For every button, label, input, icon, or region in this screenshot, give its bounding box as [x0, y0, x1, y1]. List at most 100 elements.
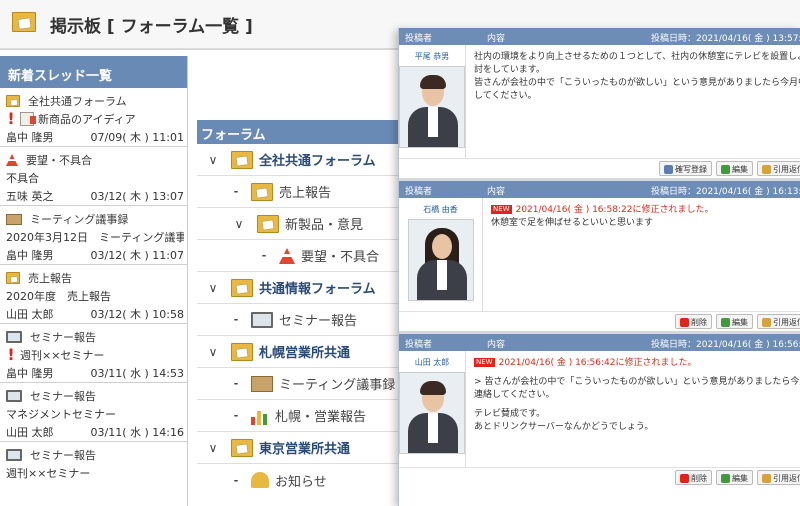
- avatar: [399, 372, 465, 454]
- edited-note: 2021/04/16( 金 ) 16:58:22に修正されました。: [515, 205, 714, 215]
- avatar: [399, 66, 465, 148]
- post: 投稿者 内容 投稿日時：2021/04/16( 金 ) 13:57:3 平尾 恭…: [399, 28, 800, 181]
- thread-item[interactable]: 全社共通フォーラム ! 新商品のアイディア 畠中 隆男 07/09( 木 ) 11:…: [0, 88, 188, 147]
- post-author: 石橋 由香: [399, 198, 483, 311]
- thread-forum-link[interactable]: 要望・不具合: [26, 152, 92, 168]
- tree-item[interactable]: ∨ 東京営業所共通: [197, 432, 417, 464]
- col-content: 内容: [487, 340, 506, 350]
- thread-title[interactable]: 週刊××セミナー: [20, 347, 104, 363]
- pencil-icon: [721, 317, 730, 327]
- thread-forum-link[interactable]: ミーティング議事録: [30, 211, 128, 227]
- quote-reply-button[interactable]: 引用返信: [757, 470, 800, 485]
- col-poster: 投稿者: [405, 187, 433, 197]
- delete-button[interactable]: 削除: [675, 314, 712, 329]
- tree-item-label[interactable]: 共通情報フォーラム: [259, 278, 376, 297]
- tree-item[interactable]: - ミーティング議事録: [197, 368, 417, 400]
- post-actions: 削除 編集 引用返信: [399, 311, 800, 331]
- box-icon: [251, 375, 273, 392]
- col-poster: 投稿者: [405, 340, 433, 350]
- tree-item-label[interactable]: 要望・不具合: [301, 246, 379, 265]
- tree-item[interactable]: - 札幌・営業報告: [197, 400, 417, 432]
- post-actions: 確写登録 編集 引用返信: [399, 158, 800, 178]
- cone-icon: [6, 154, 18, 166]
- tree-item[interactable]: - 売上報告: [197, 176, 417, 208]
- tree-item-label[interactable]: 東京営業所共通: [259, 438, 350, 457]
- tree-item[interactable]: ∨ 札幌営業所共通: [197, 336, 417, 368]
- monitor-icon: [6, 331, 22, 343]
- col-poster: 投稿者: [405, 34, 433, 44]
- thread-item[interactable]: セミナー報告 週刊××セミナー: [0, 442, 188, 501]
- author-name[interactable]: 石橋 由香: [399, 204, 482, 216]
- pencil-icon: [721, 473, 730, 483]
- thread-title[interactable]: 週刊××セミナー: [6, 465, 90, 481]
- quote-reply-button[interactable]: 引用返信: [757, 314, 800, 329]
- delete-button[interactable]: 削除: [675, 470, 712, 485]
- tree-item[interactable]: - お知らせ: [197, 464, 417, 496]
- quote-icon: [762, 164, 771, 174]
- post-header: 投稿者 内容 投稿日時：2021/04/16( 金 ) 16:56:: [399, 334, 800, 351]
- dash-icon: -: [261, 249, 267, 262]
- thread-item[interactable]: セミナー報告 ! 週刊××セミナー 畠中 隆男 03/11( 水 ) 14:53: [0, 324, 188, 383]
- author-name[interactable]: 平尾 恭男: [399, 51, 465, 63]
- thread-forum-link[interactable]: 全社共通フォーラム: [28, 93, 127, 109]
- tree-item-label[interactable]: お知らせ: [275, 471, 327, 490]
- tree-item-label[interactable]: 新製品・意見: [285, 214, 363, 233]
- thread-forum-link[interactable]: セミナー報告: [30, 447, 96, 463]
- thread-title[interactable]: 新商品のアイディア: [38, 111, 136, 127]
- chevron-down-icon[interactable]: ∨: [205, 153, 221, 167]
- tree-item-label[interactable]: 札幌・営業報告: [275, 406, 366, 425]
- thread-title[interactable]: 2020年度 売上報告: [6, 288, 111, 304]
- author-name[interactable]: 山田 太郎: [399, 357, 465, 369]
- tree-item-label[interactable]: 売上報告: [279, 182, 331, 201]
- thread-forum-link[interactable]: 売上報告: [28, 270, 72, 286]
- folder-icon: [231, 150, 253, 169]
- thread-title[interactable]: マネジメントセミナー: [6, 406, 116, 422]
- thread-forum-link[interactable]: セミナー報告: [30, 329, 96, 345]
- thread-list: 全社共通フォーラム ! 新商品のアイディア 畠中 隆男 07/09( 木 ) 11:…: [0, 88, 188, 506]
- avatar: [407, 219, 474, 301]
- tree-item[interactable]: ∨ 共通情報フォーラム: [197, 272, 417, 304]
- edit-button[interactable]: 編集: [716, 314, 753, 329]
- quote-reply-button[interactable]: 引用返信: [757, 161, 800, 176]
- thread-item[interactable]: ミーティング議事録 2020年3月12日 ミーティング議事録 畠中 隆男 03/1…: [0, 206, 188, 265]
- post-date: 投稿日時：2021/04/16( 金 ) 13:57:3: [651, 34, 800, 44]
- thread-forum-link[interactable]: セミナー報告: [30, 388, 96, 404]
- tree-item-label[interactable]: 全社共通フォーラム: [259, 150, 376, 169]
- tree-item-label[interactable]: 札幌営業所共通: [259, 342, 350, 361]
- tree-item[interactable]: ∨ 新製品・意見: [197, 208, 417, 240]
- post-line: 社内の環境をより向上させるための１つとして、社内の休憩室にテレビを設置しようと: [474, 52, 800, 62]
- new-badge: NEW: [491, 205, 512, 214]
- thread-title[interactable]: 不具合: [6, 170, 39, 186]
- note-icon: [20, 112, 36, 126]
- chart-icon: [251, 407, 269, 425]
- bookmark-icon: [664, 164, 673, 174]
- thread-title[interactable]: 2020年3月12日 ミーティング議事録: [6, 229, 184, 245]
- thread-item[interactable]: セミナー報告 マネジメントセミナー 山田 太郎 03/11( 水 ) 14:16: [0, 383, 188, 442]
- post-line: 休憩室で足を伸ばせるといいと思います: [491, 218, 654, 228]
- dash-icon: -: [233, 313, 239, 326]
- bookmark-button[interactable]: 確写登録: [659, 161, 712, 176]
- tree-item[interactable]: - セミナー報告: [197, 304, 417, 336]
- chevron-down-icon[interactable]: ∨: [205, 281, 221, 295]
- edit-button[interactable]: 編集: [716, 470, 753, 485]
- post-line: 連絡してください。: [474, 390, 555, 400]
- thread-date: 07/09( 木 ) 11:01: [90, 131, 184, 144]
- thread-item[interactable]: 売上報告 2020年度 売上報告 山田 太郎 03/12( 木 ) 10:58: [0, 265, 188, 324]
- forum-tree-panel: フォーラム ∨ 全社共通フォーラム - 売上報告 ∨ 新製品・意見 - 要望・不…: [197, 120, 417, 506]
- tree-item[interactable]: ∨ 全社共通フォーラム: [197, 144, 417, 176]
- tree-item-label[interactable]: ミーティング議事録: [279, 374, 395, 393]
- bulletin-board-icon: [12, 12, 36, 32]
- chevron-down-icon[interactable]: ∨: [205, 441, 221, 455]
- folder-icon: [231, 342, 253, 361]
- thread-item[interactable]: 要望・不具合 不具合 五味 英之 03/12( 木 ) 13:07: [0, 147, 188, 206]
- chevron-down-icon[interactable]: ∨: [205, 345, 221, 359]
- edit-button[interactable]: 編集: [716, 161, 753, 176]
- chevron-down-icon[interactable]: ∨: [231, 217, 247, 231]
- tree-item[interactable]: - 要望・不具合: [197, 240, 417, 272]
- post-date: 投稿日時：2021/04/16( 金 ) 16:13:: [651, 187, 800, 197]
- post: 投稿者 内容 投稿日時：2021/04/16( 金 ) 16:56: 山田 太郎…: [399, 334, 800, 494]
- quote-icon: [762, 473, 771, 483]
- dash-icon: -: [233, 409, 239, 422]
- post-line: 皆さんが会社の中で「こういったものが欲しい」という意見がありましたら今月中に連: [474, 78, 800, 88]
- tree-item-label[interactable]: セミナー報告: [279, 310, 357, 329]
